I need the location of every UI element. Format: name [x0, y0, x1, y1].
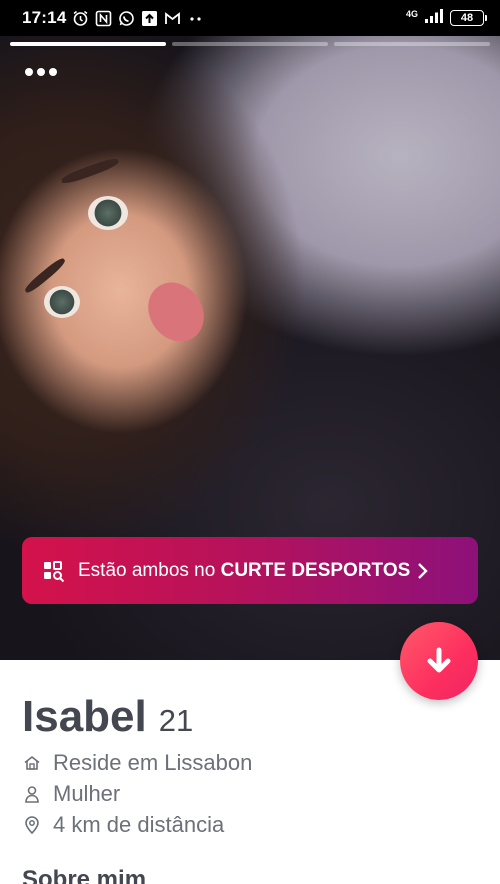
story-bar[interactable]	[10, 42, 166, 46]
story-bar[interactable]	[172, 42, 328, 46]
residence-row: Reside em Lissabon	[22, 750, 252, 776]
shared-interest-banner[interactable]: Estão ambos no CURTE DESPORTOS	[22, 537, 478, 604]
network-type: 4G	[405, 8, 418, 19]
status-bar: 17:14 4G 48	[0, 0, 500, 36]
battery-indicator: 48	[450, 10, 487, 26]
shared-interest-text: Estão ambos no CURTE DESPORTOS	[78, 560, 410, 582]
alarm-icon	[72, 10, 89, 27]
photo-detail	[60, 156, 120, 186]
residence-text: Reside em Lissabon	[53, 750, 253, 775]
location-pin-icon	[25, 816, 39, 835]
upload-icon	[141, 10, 158, 27]
home-icon	[24, 755, 40, 770]
gmail-icon	[164, 10, 181, 27]
person-icon	[25, 786, 39, 803]
collapse-profile-button[interactable]	[400, 622, 478, 700]
status-time: 17:14	[22, 8, 67, 27]
profile-header: Isabel 21	[22, 692, 193, 742]
system-status: 4G 48	[405, 8, 487, 29]
profile-age: 21	[158, 703, 194, 738]
distance-row: 4 km de distância	[22, 812, 224, 838]
more-dots-icon	[187, 10, 204, 27]
signal-icon	[424, 8, 444, 29]
photo-detail	[44, 286, 80, 318]
more-options-icon[interactable]	[25, 68, 57, 76]
shared-interest-prefix: Estão ambos no	[78, 559, 221, 581]
nfc-icon	[95, 10, 112, 27]
photo-detail	[88, 196, 128, 230]
photo-progress	[10, 42, 490, 46]
whatsapp-icon	[118, 10, 135, 27]
gender-text: Mulher	[53, 781, 121, 806]
photo-detail	[136, 271, 216, 353]
about-me-title: Sobre mim	[22, 866, 147, 884]
notification-icons	[72, 10, 204, 27]
chevron-right-icon	[418, 562, 428, 579]
profile-name: Isabel	[22, 692, 147, 741]
battery-level: 48	[460, 12, 474, 24]
distance-text: 4 km de distância	[53, 812, 225, 837]
shared-interest-highlight: CURTE DESPORTOS	[220, 559, 411, 581]
arrow-down-icon	[427, 647, 451, 673]
explore-search-icon	[44, 560, 65, 582]
story-bar[interactable]	[334, 42, 490, 46]
gender-row: Mulher	[22, 781, 120, 807]
